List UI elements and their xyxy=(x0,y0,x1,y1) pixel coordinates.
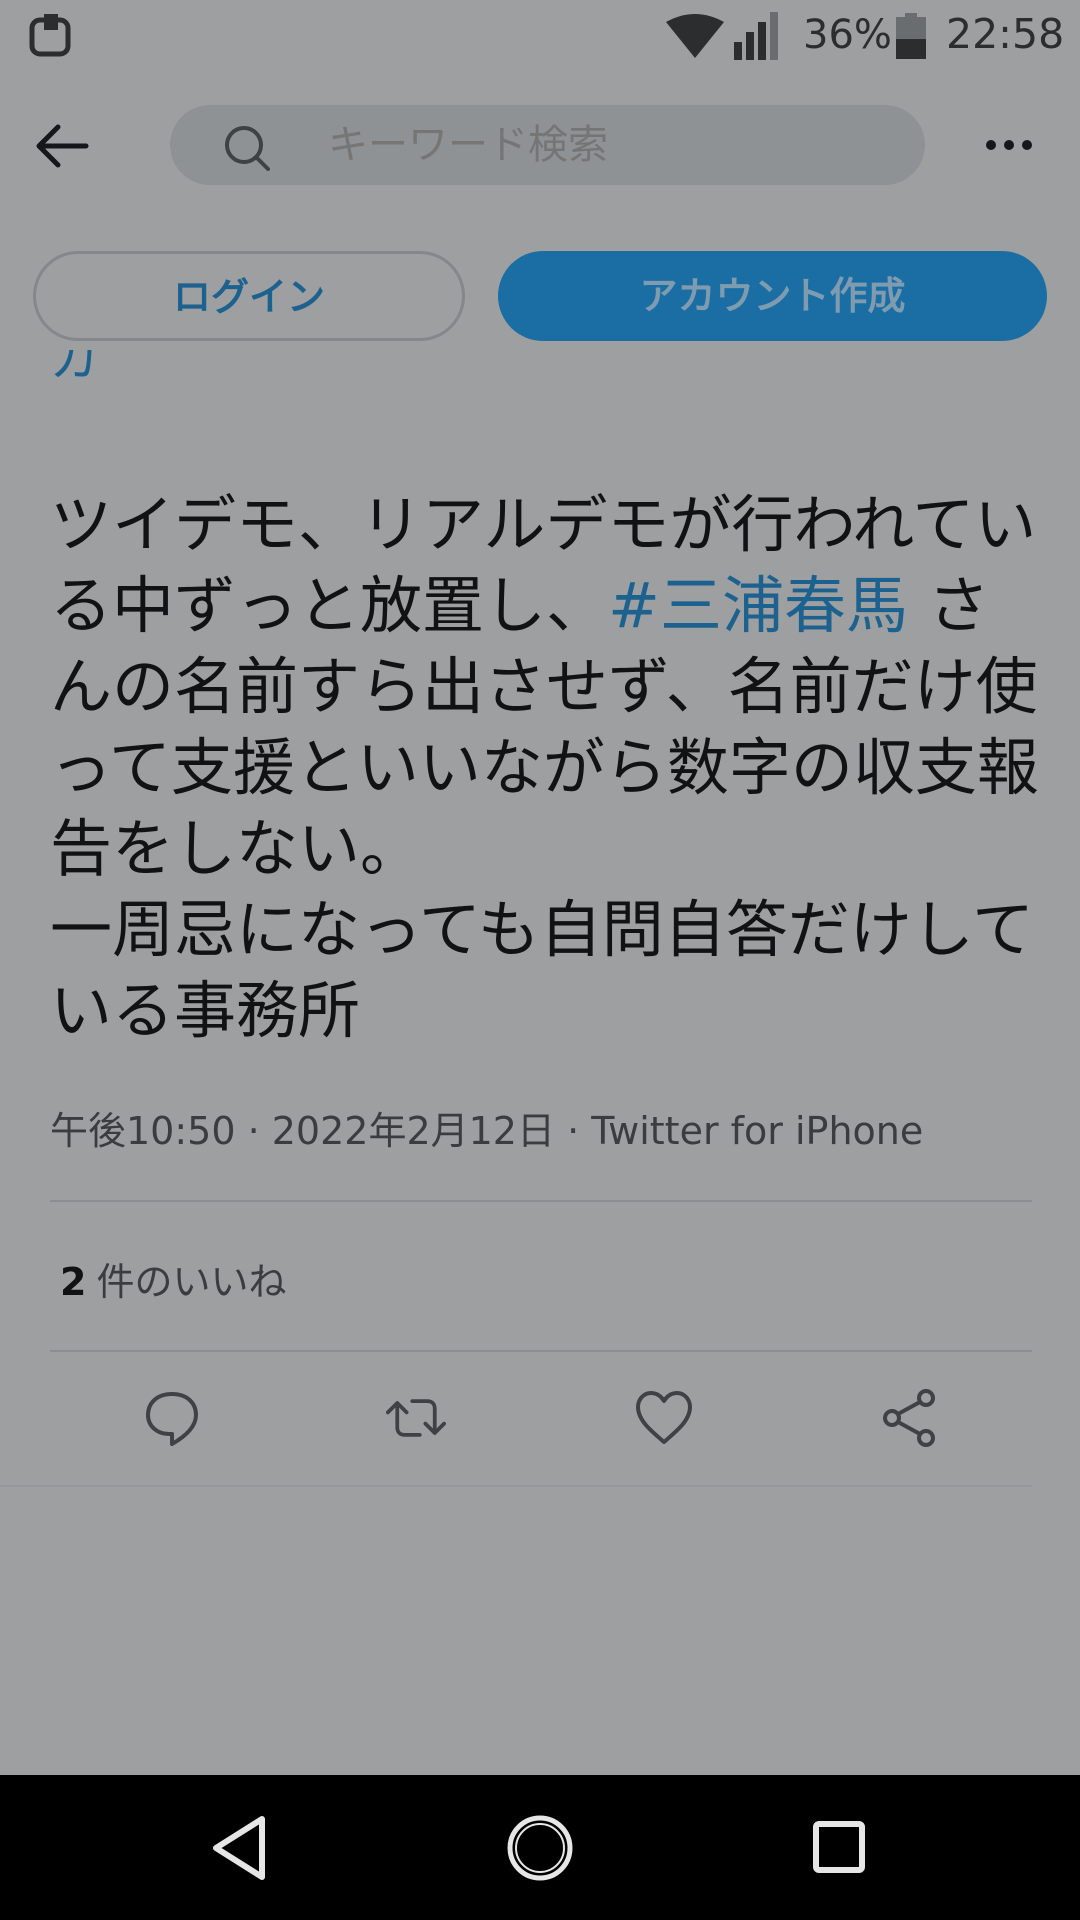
like-count-number: 2 xyxy=(60,1260,87,1304)
hashtag-link[interactable]: #三浦春馬 xyxy=(608,569,908,642)
wifi-icon xyxy=(666,14,724,58)
likes-count[interactable]: 2 件のいいね xyxy=(60,1251,286,1306)
navigation-bar xyxy=(0,1775,1080,1920)
top-bar xyxy=(0,75,1080,215)
create-account-button[interactable]: アカウント作成 xyxy=(498,251,1047,341)
more-icon[interactable] xyxy=(985,135,1033,155)
like-count-label: 件のいいね xyxy=(96,1260,287,1304)
clock: 22:58 xyxy=(946,10,1065,58)
divider xyxy=(50,1350,1032,1352)
divider xyxy=(50,1200,1032,1202)
reply-icon[interactable] xyxy=(142,1388,202,1448)
notification-icon xyxy=(29,14,71,57)
search-box[interactable] xyxy=(170,105,925,185)
search-input[interactable] xyxy=(328,105,888,185)
tweet-meta: 午後10:50 · 2022年2月12日 · Twitter for iPhon… xyxy=(50,1109,924,1153)
tweet-text: ツイデモ、リアルデモが行われている中ずっと放置し、#三浦春馬 さんの名前すら出さ… xyxy=(50,484,1040,1051)
tweet-actions xyxy=(0,1388,1080,1448)
status-bar: 36% 22:58 xyxy=(0,0,1080,75)
nav-home-icon[interactable] xyxy=(480,1775,600,1920)
back-arrow-icon[interactable] xyxy=(34,121,90,171)
share-icon[interactable] xyxy=(880,1388,940,1448)
signal-icon xyxy=(734,12,778,60)
login-button[interactable]: ログイン xyxy=(33,251,465,341)
battery-percent: 36% xyxy=(803,12,892,58)
retweet-icon[interactable] xyxy=(386,1388,446,1448)
search-icon xyxy=(225,126,270,171)
nav-back-icon[interactable] xyxy=(182,1775,302,1920)
battery-icon xyxy=(896,13,926,59)
heart-icon[interactable] xyxy=(634,1388,694,1448)
nav-recents-icon[interactable] xyxy=(780,1775,900,1920)
clipped-text: ガ xyxy=(50,350,100,386)
divider xyxy=(0,1485,1032,1487)
